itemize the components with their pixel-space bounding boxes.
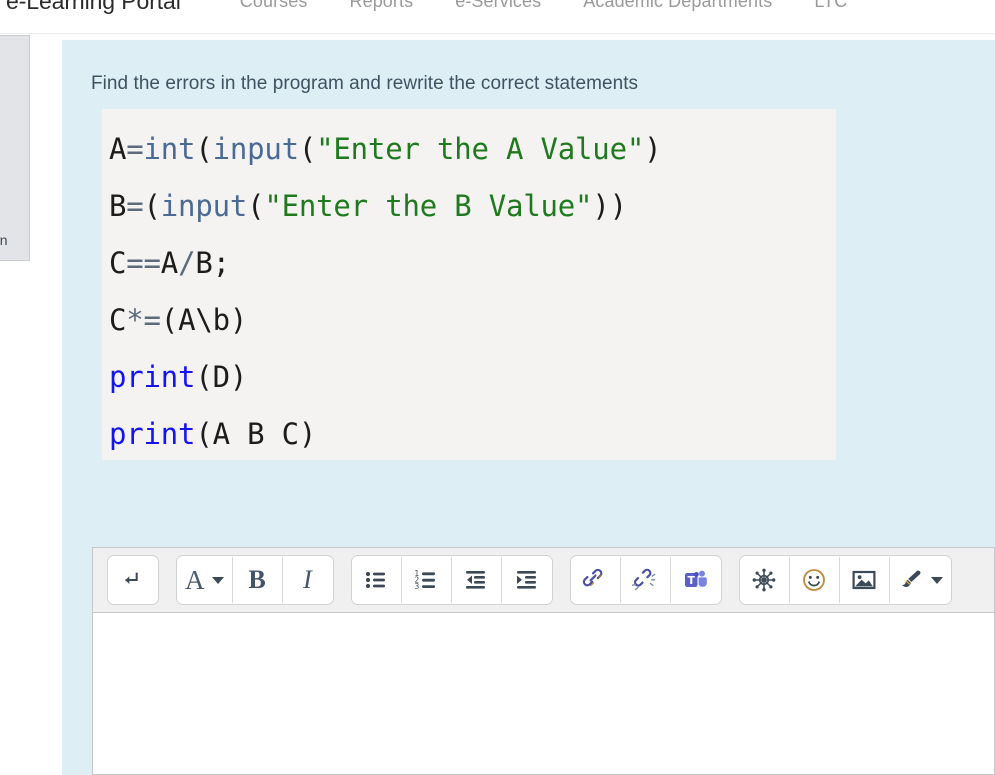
- chevron-down-icon: [930, 576, 943, 584]
- code-token: C: [109, 303, 127, 337]
- special-character-icon: [751, 567, 777, 593]
- nav-link-academic-departments[interactable]: Academic Departments: [562, 0, 793, 12]
- code-token: ): [644, 132, 662, 166]
- code-line: print(D): [109, 349, 836, 406]
- link-icon: [582, 567, 608, 593]
- code-token: B: [195, 246, 213, 280]
- top-nav-links: Courses Reports e-Services Academic Depa…: [219, 0, 869, 12]
- code-token: print: [109, 360, 196, 394]
- code-line: C*=(A\b): [109, 292, 836, 349]
- insert-link-button[interactable]: [570, 557, 621, 603]
- increase-indent-button[interactable]: [501, 557, 552, 603]
- top-nav-divider: [0, 33, 995, 34]
- decrease-indent-icon: [463, 567, 489, 593]
- code-token: (: [195, 360, 213, 394]
- bold-button[interactable]: B: [232, 557, 283, 603]
- code-token: (: [247, 189, 265, 223]
- code-token: (: [195, 132, 213, 166]
- code-token: *=: [126, 303, 161, 337]
- code-token: =: [126, 189, 144, 223]
- side-panel-truncated-label: on: [0, 232, 8, 248]
- code-token: A: [178, 303, 196, 337]
- svg-text:T: T: [687, 574, 695, 587]
- bold-icon: B: [248, 565, 266, 594]
- code-token: input: [160, 189, 248, 223]
- answer-input-area[interactable]: [93, 613, 994, 774]
- decrease-indent-button[interactable]: [451, 557, 502, 603]
- svg-text:3: 3: [415, 582, 420, 591]
- code-line: print(A B C): [109, 406, 836, 460]
- code-token: \: [195, 303, 213, 337]
- code-token: ==: [126, 246, 161, 280]
- code-token: (: [160, 303, 179, 337]
- remove-link-button[interactable]: [620, 557, 671, 603]
- insert-image-button[interactable]: [839, 557, 890, 603]
- code-token: ): [229, 360, 248, 394]
- page-root: e-Learning Portal Courses Reports e-Serv…: [0, 0, 995, 775]
- code-token: C: [109, 246, 127, 280]
- code-snippet-block: A=int(input("Enter the A Value") B=(inpu…: [102, 109, 836, 460]
- link-group: T: [569, 555, 722, 605]
- bulleted-list-icon: [363, 567, 389, 593]
- nav-link-eservices[interactable]: e-Services: [434, 0, 562, 12]
- image-icon: [851, 567, 877, 593]
- code-token: input: [212, 132, 300, 166]
- site-brand[interactable]: e-Learning Portal: [0, 0, 181, 15]
- question-prompt: Find the errors in the program and rewri…: [91, 73, 639, 94]
- linebreak-group: [107, 555, 159, 605]
- font-a-icon: A: [185, 564, 205, 595]
- bulleted-list-button[interactable]: [351, 557, 402, 603]
- nav-link-ltc[interactable]: LTC: [793, 0, 868, 12]
- chevron-down-icon: [211, 576, 224, 584]
- code-token: ;: [212, 246, 230, 280]
- smiley-icon: [801, 567, 827, 593]
- question-content-panel: Find the errors in the program and rewri…: [62, 40, 995, 775]
- special-character-button[interactable]: [739, 557, 790, 603]
- unlink-icon: [632, 567, 658, 593]
- text-highlight-button[interactable]: [889, 557, 951, 603]
- code-token: "Enter the A Value": [316, 132, 645, 166]
- font-family-button[interactable]: A: [177, 557, 233, 603]
- left-side-panel[interactable]: on: [0, 35, 30, 261]
- code-token: B: [109, 189, 127, 223]
- microsoft-teams-icon: T: [683, 567, 709, 593]
- line-break-icon: [121, 568, 145, 592]
- code-token: (: [143, 189, 161, 223]
- code-token: ): [298, 417, 317, 451]
- code-line: A=int(input("Enter the A Value"): [109, 121, 836, 178]
- code-token: print: [109, 417, 196, 451]
- code-token: "Enter the B Value": [264, 189, 593, 223]
- italic-icon: I: [303, 565, 312, 594]
- nav-link-courses[interactable]: Courses: [219, 0, 329, 12]
- emoji-button[interactable]: [789, 557, 840, 603]
- code-token: (: [195, 417, 213, 451]
- italic-button[interactable]: I: [282, 557, 333, 603]
- code-token: A B C: [212, 417, 300, 451]
- code-token: D: [212, 360, 230, 394]
- numbered-list-icon: 123: [413, 567, 439, 593]
- code-token: A: [109, 132, 127, 166]
- code-token: /: [178, 246, 196, 280]
- code-token: =: [126, 132, 144, 166]
- editor-toolbar: A B I 123 T: [93, 548, 994, 613]
- code-line: C==A/B;: [109, 235, 836, 292]
- code-token: int: [143, 132, 196, 166]
- list-indent-group: 123: [350, 555, 553, 605]
- code-token: b: [212, 303, 230, 337]
- code-token: ): [229, 303, 248, 337]
- increase-indent-icon: [514, 567, 540, 593]
- answer-rich-text-editor: A B I 123 T: [92, 547, 995, 775]
- nav-link-reports[interactable]: Reports: [328, 0, 434, 12]
- numbered-list-button[interactable]: 123: [401, 557, 452, 603]
- code-token: A: [160, 246, 179, 280]
- insert-group: [738, 555, 952, 605]
- top-navigation-bar: e-Learning Portal Courses Reports e-Serv…: [0, 0, 995, 18]
- text-format-group: ABI: [176, 555, 334, 605]
- paint-brush-icon: [898, 567, 924, 593]
- code-line: B=(input("Enter the B Value")): [109, 178, 836, 235]
- code-token: )): [592, 189, 627, 223]
- microsoft-teams-button[interactable]: T: [670, 557, 721, 603]
- code-token: (: [298, 132, 317, 166]
- insert-line-break-button[interactable]: [108, 557, 158, 603]
